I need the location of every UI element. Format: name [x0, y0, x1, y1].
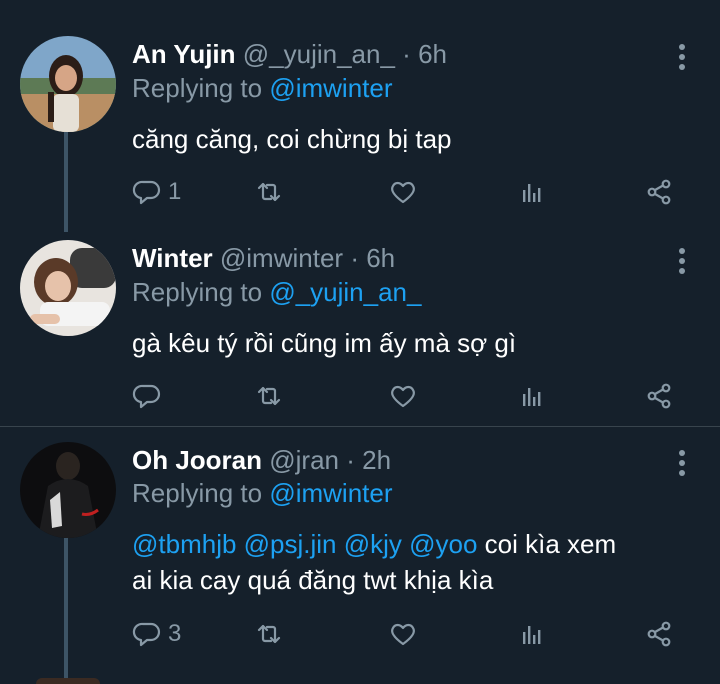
more-vertical-icon[interactable] — [678, 248, 686, 278]
reply-button[interactable]: 1 — [132, 172, 181, 212]
replying-to: Replying to @imwinter — [132, 478, 393, 509]
like-button[interactable] — [388, 614, 418, 654]
avatar[interactable] — [20, 36, 116, 132]
user-handle[interactable]: @imwinter — [220, 243, 343, 273]
replying-prefix: Replying to — [132, 277, 263, 307]
display-name[interactable]: Oh Jooran — [132, 445, 262, 475]
replying-prefix: Replying to — [132, 73, 263, 103]
user-handle[interactable]: @_yujin_an_ — [243, 39, 395, 69]
avatar[interactable] — [20, 442, 116, 538]
more-vertical-icon[interactable] — [678, 44, 686, 74]
replying-to-mention[interactable]: @_yujin_an_ — [269, 277, 421, 307]
avatar-photo — [20, 36, 116, 132]
tweet[interactable]: An Yujin @_yujin_an_ · 6h Replying to @i… — [0, 36, 720, 226]
tweet-text: @tbmhjb @psj.jin @kjy @yoo coi kìa xem a… — [132, 526, 692, 598]
user-handle[interactable]: @jran — [269, 445, 339, 475]
replying-prefix: Replying to — [132, 478, 263, 508]
tweet-text-line: ai kia cay quá đăng twt khịa kìa — [132, 565, 494, 595]
share-icon — [647, 383, 671, 409]
retweet-button[interactable] — [254, 376, 284, 416]
tweet-text: căng căng, coi chừng bị tap — [132, 124, 452, 154]
tweet-actions — [0, 376, 720, 416]
analytics-icon — [523, 626, 541, 644]
display-name[interactable]: An Yujin — [132, 39, 236, 69]
analytics-icon — [523, 388, 541, 406]
reply-button[interactable] — [132, 376, 168, 416]
separator-dot: · — [350, 243, 359, 273]
replying-to: Replying to @imwinter — [132, 73, 393, 104]
timestamp[interactable]: 2h — [362, 445, 391, 475]
retweet-icon — [257, 624, 281, 644]
share-button[interactable] — [644, 172, 674, 212]
timestamp[interactable]: 6h — [366, 243, 395, 273]
heart-icon — [391, 181, 415, 204]
separator-dot: · — [402, 39, 411, 69]
reply-count: 3 — [168, 620, 182, 647]
analytics-button[interactable] — [516, 172, 546, 212]
share-icon — [647, 621, 671, 647]
tweet[interactable]: Oh Jooran @jran · 2h Replying to @imwint… — [0, 442, 720, 684]
retweet-button[interactable] — [254, 172, 284, 212]
retweet-icon — [257, 182, 281, 202]
heart-icon — [391, 385, 415, 408]
reply-icon — [132, 622, 161, 647]
like-button[interactable] — [388, 376, 418, 416]
reply-icon — [132, 384, 161, 409]
share-icon — [647, 179, 671, 205]
analytics-icon — [523, 184, 541, 202]
tweet-mentions[interactable]: @tbmhjb @psj.jin @kjy @yoo — [132, 529, 477, 559]
like-button[interactable] — [388, 172, 418, 212]
share-button[interactable] — [644, 614, 674, 654]
tweet-divider — [0, 426, 720, 427]
tweet-header: Winter @imwinter · 6h — [132, 240, 395, 276]
tweet-header: An Yujin @_yujin_an_ · 6h — [132, 36, 447, 72]
tweet-text-part: coi kìa xem — [477, 529, 617, 559]
tweet-text-line: @tbmhjb @psj.jin @kjy @yoo coi kìa xem — [132, 526, 692, 562]
analytics-button[interactable] — [516, 614, 546, 654]
retweet-button[interactable] — [254, 614, 284, 654]
timestamp[interactable]: 6h — [418, 39, 447, 69]
reply-count: 1 — [168, 178, 182, 205]
replying-to-mention[interactable]: @imwinter — [269, 73, 392, 103]
avatar[interactable] — [20, 240, 116, 336]
avatar-photo — [20, 442, 116, 538]
analytics-button[interactable] — [516, 376, 546, 416]
reply-button[interactable]: 3 — [132, 614, 181, 654]
tweet-actions: 1 — [0, 172, 720, 212]
tweet-actions: 3 — [0, 614, 720, 654]
display-name[interactable]: Winter — [132, 243, 213, 273]
replying-to: Replying to @_yujin_an_ — [132, 277, 421, 308]
separator-dot: · — [346, 445, 355, 475]
reply-icon — [132, 180, 161, 205]
tweet-header: Oh Jooran @jran · 2h — [132, 442, 391, 478]
share-button[interactable] — [644, 376, 674, 416]
replying-to-mention[interactable]: @imwinter — [269, 478, 392, 508]
tweet-text: gà kêu tý rồi cũng im ấy mà sợ gì — [132, 328, 517, 358]
avatar-photo — [20, 240, 116, 336]
next-avatar-partial — [36, 678, 100, 684]
more-vertical-icon[interactable] — [678, 450, 686, 480]
retweet-icon — [257, 386, 281, 406]
heart-icon — [391, 623, 415, 646]
tweet[interactable]: Winter @imwinter · 6h Replying to @_yuji… — [0, 240, 720, 420]
